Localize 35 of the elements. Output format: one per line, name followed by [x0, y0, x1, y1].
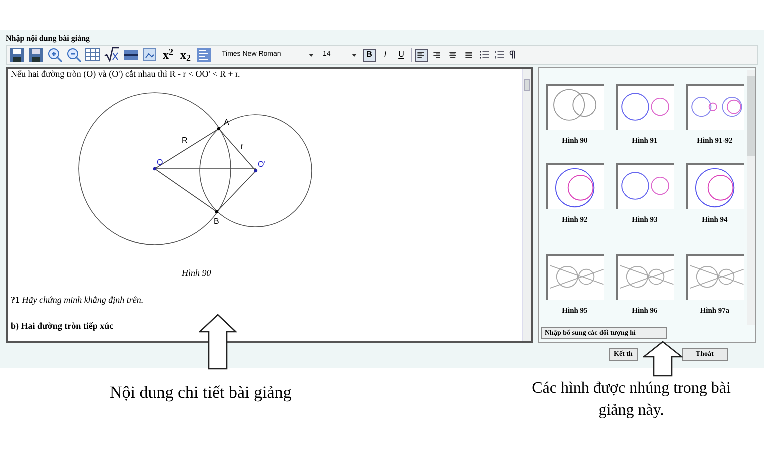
table-icon[interactable] [85, 47, 101, 63]
save-icon[interactable] [9, 47, 25, 63]
image-icon[interactable] [142, 47, 158, 63]
figure-thumbnail[interactable] [686, 254, 744, 300]
caret-icon [309, 54, 314, 56]
figure-thumbnail[interactable] [686, 84, 744, 130]
figure-thumbnail[interactable] [546, 163, 604, 209]
figure-thumbnail[interactable] [616, 254, 674, 300]
section-heading: b) Hai đường tròn tiếp xúc [11, 321, 114, 331]
align-button[interactable] [415, 48, 428, 62]
square-root-icon[interactable] [104, 47, 120, 63]
figure-thumbnail[interactable] [686, 163, 744, 209]
figure-thumbnail[interactable] [546, 84, 604, 130]
body-text: ?1 Hãy chứng minh khẳng định trên. [11, 295, 144, 305]
zoom-out-icon[interactable] [66, 47, 82, 63]
body-text: Nếu hai đường tròn (O) và (O') cắt nhau thì R - r < OO' < R + r. [11, 69, 242, 79]
scrollbar[interactable] [522, 69, 531, 341]
caption-text: Nội dung chi tiết bài giảng [110, 382, 292, 404]
caret-icon [352, 54, 357, 56]
figure-caption: Hình 90 [182, 268, 212, 278]
zoom-in-icon[interactable] [47, 47, 63, 63]
subscript-button[interactable]: x$_{2}$ [178, 46, 193, 64]
up-arrow [199, 314, 237, 370]
scrollbar[interactable] [747, 70, 755, 325]
panel-title: Nhập nội dung bài giảng [6, 33, 92, 44]
superscript-button[interactable]: x$^{2}$ [161, 46, 176, 64]
figure-thumbnail[interactable] [546, 254, 604, 300]
text-style-button[interactable]: I [379, 48, 392, 62]
save-as-icon[interactable] [28, 47, 44, 63]
document-icon[interactable] [196, 47, 212, 63]
figure-thumbnail[interactable] [616, 163, 674, 209]
text-style-button[interactable]: B [363, 48, 376, 62]
text-style-button[interactable]: U [395, 48, 408, 62]
figure-thumbnail[interactable] [616, 84, 674, 130]
caption-text: Các hình được nhúng trong bài giảng này. [531, 379, 732, 421]
